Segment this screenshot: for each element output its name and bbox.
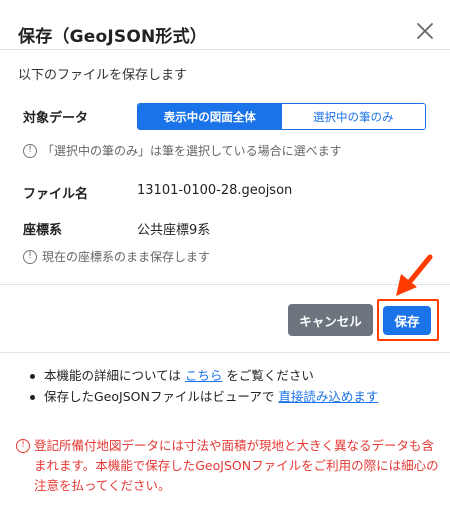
save-geojson-dialog: 保存（GeoJSON形式） 以下のファイルを保存します 対象データ 表示中の図面… <box>0 0 450 518</box>
list-item: 保存したGeoJSONファイルはビューアで 直接読み込めます <box>28 388 378 409</box>
save-button[interactable]: 保存 <box>383 306 431 335</box>
info-circle-icon: ! <box>23 249 37 264</box>
viewer-load-link[interactable]: 直接読み込めます <box>278 389 378 404</box>
cancel-button[interactable]: キャンセル <box>288 304 373 336</box>
option-selected-parcels[interactable]: 選択中の筆のみ <box>281 104 425 129</box>
details-link[interactable]: こちら <box>185 368 223 383</box>
dialog-title: 保存（GeoJSON形式） <box>18 27 208 47</box>
info-circle-icon: ! <box>23 143 37 158</box>
crs-value: 公共座標9系 <box>137 223 211 238</box>
option-whole-drawing[interactable]: 表示中の図面全体 <box>138 104 282 129</box>
target-segmented-control: 表示中の図面全体 選択中の筆のみ <box>137 103 426 130</box>
red-arrow-icon <box>396 254 433 296</box>
intro-text: 以下のファイルを保存します <box>18 68 188 83</box>
close-icon[interactable] <box>414 20 436 42</box>
header-divider <box>0 49 450 50</box>
info-list: 本機能の詳細については こちら をご覧ください 保存したGeoJSONファイルは… <box>28 367 378 409</box>
crs-label: 座標系 <box>23 223 63 238</box>
target-note-text: 「選択中の筆のみ」は筆を選択している場合に選べます <box>42 144 342 158</box>
target-note: ! 「選択中の筆のみ」は筆を選択している場合に選べます <box>23 142 342 159</box>
footer-divider <box>0 352 450 353</box>
filename-value: 13101-0100-28.geojson <box>137 183 293 198</box>
crs-note: ! 現在の座標系のまま保存します <box>23 248 210 265</box>
warning-notice: ! 登記所備付地図データには寸法や面積が現地と大きく異なるデータも含まれます。本… <box>16 436 441 496</box>
warning-circle-icon: ! <box>16 439 30 453</box>
crs-note-text: 現在の座標系のまま保存します <box>42 250 211 264</box>
warning-text: 登記所備付地図データには寸法や面積が現地と大きく異なるデータも含まれます。本機能… <box>34 438 439 493</box>
body-divider <box>0 284 450 285</box>
filename-label: ファイル名 <box>23 187 89 202</box>
list-item: 本機能の詳細については こちら をご覧ください <box>28 367 378 388</box>
target-label: 対象データ <box>23 111 89 126</box>
